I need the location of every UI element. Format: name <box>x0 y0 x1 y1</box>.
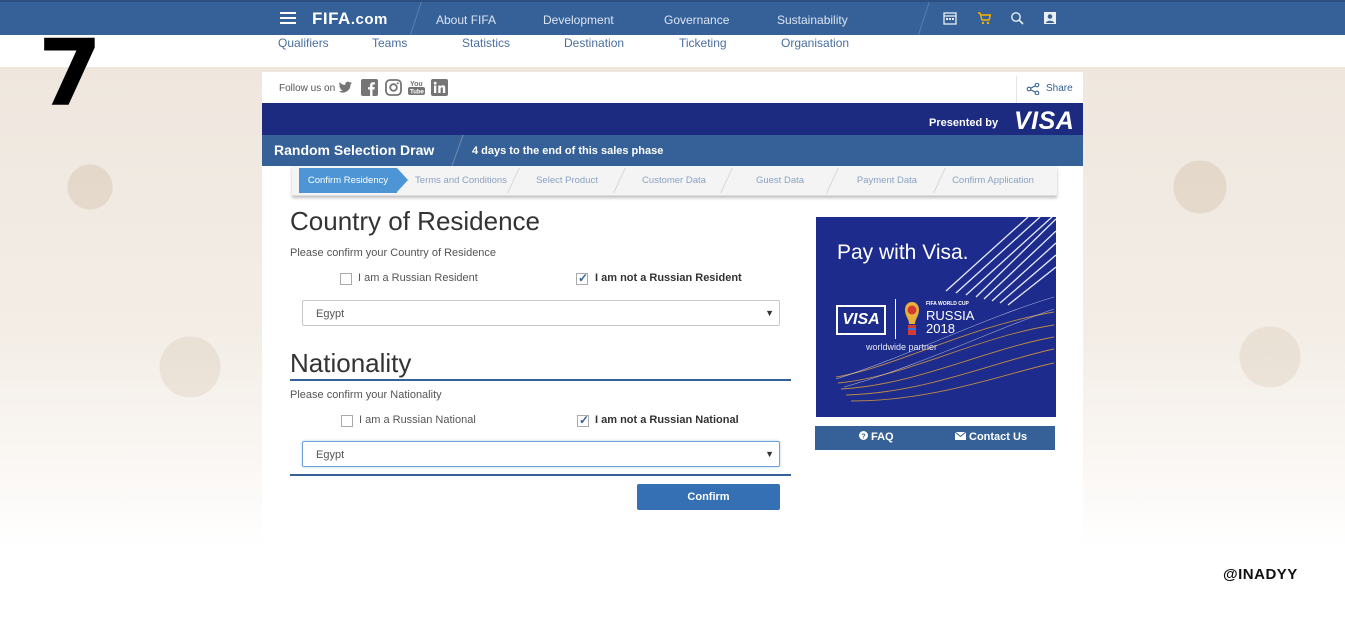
calendar-icon[interactable] <box>943 11 957 25</box>
nationality-title: Nationality <box>290 348 412 378</box>
share-icon <box>1026 82 1040 96</box>
svg-text:You: You <box>410 81 423 88</box>
top-nav-bar: FIFA.com About FIFA Development Governan… <box>0 0 1345 37</box>
subnav-destination[interactable]: Destination <box>564 36 624 50</box>
youtube-icon[interactable]: You Tube <box>408 79 425 96</box>
world-cup-emblem-icon <box>904 301 920 337</box>
draw-title: Random Selection Draw <box>274 142 435 158</box>
step-select-product: Select Product <box>536 174 598 186</box>
svg-text:?: ? <box>861 433 865 440</box>
progress-steps: Confirm Residency Terms and Conditions S… <box>292 166 1057 196</box>
checkmark-icon: ✓ <box>579 413 590 427</box>
ad-headline: Pay with Visa. <box>837 241 969 264</box>
logo-suffix: .com <box>350 11 388 28</box>
ad-visa-logo: VISA <box>836 305 886 335</box>
visa-logo: VISA <box>1014 107 1075 135</box>
nationality-country-value: Egypt <box>316 449 345 461</box>
nav-about-fifa[interactable]: About FIFA <box>436 13 496 27</box>
help-bar: ? FAQ Contact Us <box>815 426 1055 450</box>
not-russian-resident-checkbox[interactable]: ✓ <box>576 271 589 285</box>
nationality-divider <box>290 379 791 381</box>
sales-phase-note: 4 days to the end of this sales phase <box>472 145 664 157</box>
residence-country-select[interactable]: Egypt ▼ <box>302 300 780 326</box>
chevron-down-icon: ▼ <box>765 308 774 318</box>
subnav-ticketing[interactable]: Ticketing <box>679 36 727 50</box>
draw-divider <box>451 135 464 166</box>
russian-national-checkbox[interactable] <box>341 415 353 427</box>
ad-tagline: worldwide partner <box>866 342 938 352</box>
russian-resident-label: I am a Russian Resident <box>358 272 478 284</box>
question-icon: ? <box>859 431 868 443</box>
overlay-number: 7 <box>38 20 103 127</box>
facebook-icon[interactable] <box>361 79 378 96</box>
faq-link[interactable]: ? FAQ <box>859 431 894 443</box>
sub-nav-bar: Qualifiers Teams Statistics Destination … <box>0 35 1345 67</box>
nav-development[interactable]: Development <box>543 13 614 27</box>
subnav-qualifiers[interactable]: Qualifiers <box>278 36 329 50</box>
residence-country-value: Egypt <box>316 308 345 320</box>
subnav-statistics[interactable]: Statistics <box>462 36 510 50</box>
subnav-teams[interactable]: Teams <box>372 36 407 50</box>
checkmark-icon: ✓ <box>578 271 589 285</box>
contact-us-link[interactable]: Contact Us <box>954 431 1028 443</box>
active-step-arrow <box>397 168 408 192</box>
cart-icon[interactable] <box>977 11 992 25</box>
not-russian-resident-label: I am not a Russian Resident <box>595 272 742 284</box>
menu-icon[interactable] <box>280 12 296 25</box>
not-russian-national-checkbox[interactable]: ✓ <box>577 413 590 427</box>
step-confirm-residency: Confirm Residency <box>299 168 397 193</box>
instagram-icon[interactable] <box>385 79 402 96</box>
draw-header: Random Selection Draw 4 days to the end … <box>262 135 1083 166</box>
user-icon[interactable] <box>1043 11 1057 25</box>
russian-national-label: I am a Russian National <box>359 414 476 426</box>
twitter-icon[interactable] <box>337 79 354 96</box>
step-confirm-application: Confirm Application <box>952 174 1034 186</box>
presented-by-label: Presented by <box>929 117 999 129</box>
ticketing-panel: Follow us on You Tube Share Presented by … <box>262 72 1083 542</box>
svg-text:Tube: Tube <box>410 90 425 96</box>
envelope-icon <box>954 431 967 443</box>
residence-title: Country of Residence <box>290 206 541 236</box>
follow-us-label: Follow us on <box>279 83 336 94</box>
sponsor-bar: Presented by VISA <box>262 103 1083 135</box>
nav-governance[interactable]: Governance <box>664 13 729 27</box>
not-russian-national-label: I am not a Russian National <box>595 414 739 426</box>
step-terms-and-conditions: Terms and Conditions <box>415 174 507 186</box>
nationality-country-select[interactable]: Egypt ▼ <box>302 441 780 467</box>
residence-subtitle: Please confirm your Country of Residence <box>290 247 497 259</box>
contact-label: Contact Us <box>969 431 1028 443</box>
nav-divider <box>917 2 930 37</box>
nav-divider <box>409 2 422 37</box>
confirm-button[interactable]: Confirm <box>637 484 780 510</box>
search-icon[interactable] <box>1010 11 1024 25</box>
ad-event-small: FIFA WORLD CUP <box>926 301 969 307</box>
russian-resident-checkbox[interactable] <box>340 273 352 285</box>
step-payment-data: Payment Data <box>856 174 918 186</box>
nationality-subtitle: Please confirm your Nationality <box>290 389 442 401</box>
nav-sustainability[interactable]: Sustainability <box>777 13 848 27</box>
watermark-handle: @INADYY <box>1223 566 1298 583</box>
ad-event-year: 2018 <box>926 321 955 336</box>
logo-main: FIFA <box>312 9 351 28</box>
fifa-logo[interactable]: FIFA.com <box>312 9 388 29</box>
ad-logo-divider <box>895 299 896 339</box>
share-label: Share <box>1046 83 1073 94</box>
chevron-down-icon: ▼ <box>765 449 774 459</box>
form-divider <box>290 474 791 476</box>
subnav-organisation[interactable]: Organisation <box>781 36 849 50</box>
visa-advert[interactable]: Pay with Visa. VISA FIFA WORLD CUP RUSSI… <box>816 217 1056 417</box>
step-customer-data: Customer Data <box>642 174 706 186</box>
faq-label: FAQ <box>871 431 894 443</box>
share-button[interactable]: Share <box>1016 76 1082 103</box>
linkedin-icon[interactable] <box>431 79 448 96</box>
step-guest-data: Guest Data <box>755 174 805 186</box>
